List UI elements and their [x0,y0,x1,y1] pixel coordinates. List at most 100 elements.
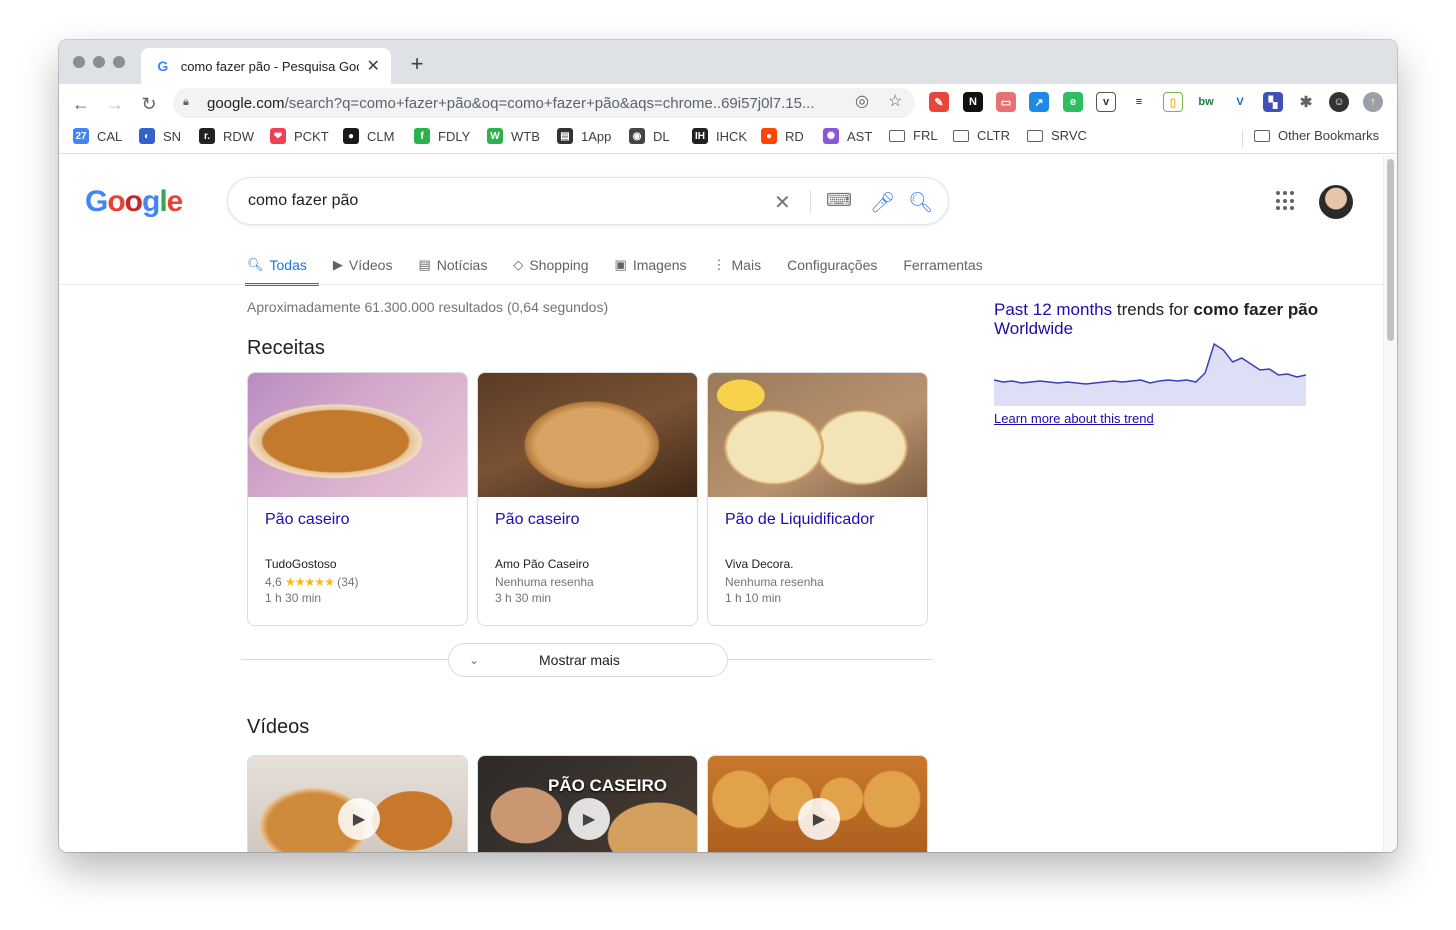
bookmark-ihck[interactable]: IH IHCK [692,128,747,144]
tag-icon: ◇ [513,257,524,272]
trends-heading: Past 12 months trends for como fazer pão… [994,300,1319,338]
microphone-icon[interactable]: 🎤︎ [870,190,895,215]
play-icon[interactable]: ▶ [568,798,610,840]
location-icon[interactable]: ◎ [855,91,869,111]
video-thumbnail[interactable]: ▶ [707,755,928,852]
bookmark-folder-frl[interactable]: FRL [889,128,938,143]
tab-mais[interactable]: ⋮ Mais [713,247,762,283]
bookmark-clm[interactable]: ● CLM [343,128,394,144]
ihck-icon: IH [692,128,708,144]
recipe-card[interactable]: Pão caseiro TudoGostoso 4,6 ★★★★★ (34) 1… [247,372,468,626]
video-thumbnail[interactable]: ▶ [247,755,468,852]
folder-icon [889,129,905,142]
play-icon[interactable]: ▶ [338,798,380,840]
bookmark-dl[interactable]: ◉ DL [629,128,670,144]
show-more-button[interactable]: ⌄ Mostrar mais [448,643,728,677]
profile-avatar[interactable]: ☺ [1329,92,1349,112]
bookmark-rd[interactable]: ● RD [761,128,804,144]
pocket-extension-icon[interactable]: v [1096,92,1116,112]
recipe-rating: Nenhuma resenha [495,575,594,589]
google-apps-icon[interactable] [1276,191,1296,211]
close-tab-icon[interactable]: ✕ [365,56,381,76]
tab-notícias[interactable]: ▤ Notícias [418,247,487,283]
calendar-icon: 27 [73,128,89,144]
search-tabs: 🔍︎ Todas ▶ Vídeos ▤ Notícias ◇ Shopping ▣ Imagens… [245,247,1009,286]
tab-label: Configurações [787,257,878,273]
other-bookmarks-label: Other Bookmarks [1278,128,1380,143]
account-avatar[interactable] [1319,185,1353,219]
recipe-title[interactable]: Pão de Liquidificador [725,511,927,529]
text-lines-icon[interactable]: ≡ [1129,92,1149,112]
address-bar[interactable]: 🔒︎ google.com/search?q=como+fazer+pão&oq… [173,88,915,118]
notion-icon[interactable]: N [963,92,983,112]
page-scrollbar[interactable] [1383,155,1397,852]
tab-label: Mais [731,257,762,273]
trend-chart [994,342,1306,406]
zoom-window-button[interactable] [113,56,125,68]
bookmark-star-icon[interactable]: ☆ [888,91,902,111]
bookmark-label: IHCK [716,128,748,144]
tab-shopping[interactable]: ◇ Shopping [513,247,588,283]
bookmark-cal[interactable]: 27 CAL [73,128,122,144]
bookmark-folder-srvc[interactable]: SRVC [1027,128,1087,143]
recipe-card[interactable]: Pão de Liquidificador Viva Decora. Nenhu… [707,372,928,626]
news-icon: ▤ [418,257,431,272]
bookmark-sn[interactable]: ◐ SN [139,128,181,144]
minimize-window-button[interactable] [93,56,105,68]
trend-area [994,344,1306,406]
recipe-card[interactable]: Pão caseiro Amo Pão Caseiro Nenhuma rese… [477,372,698,626]
tab-label: Notícias [436,257,488,273]
clear-icon[interactable]: ✕ [774,190,791,215]
play-icon[interactable]: ▶ [798,798,840,840]
reader-icon[interactable]: ▭ [996,92,1016,112]
lock-icon: 🔒︎ [183,96,189,108]
bookmark-label: 1App [581,128,612,144]
evernote-icon[interactable]: e [1063,92,1083,112]
tab-ferramentas[interactable]: Ferramentas [903,247,982,283]
bookmark-fdly[interactable]: f FDLY [414,128,470,144]
other-bookmarks-folder[interactable]: Other Bookmarks [1254,128,1379,143]
google-doodle-logo[interactable]: Google [85,185,183,221]
bookmark-folder-cltr[interactable]: CLTR [953,128,1010,143]
browser-tab[interactable]: G como fazer pão - Pesquisa Goo ✕ [141,48,391,84]
recipe-time: 3 h 30 min [495,591,552,605]
bookmark-wtb[interactable]: W WTB [487,128,540,144]
update-icon[interactable]: ↑ [1363,92,1383,112]
nav-divider [59,284,1383,285]
tab-configurações[interactable]: Configurações [787,247,877,283]
search-box[interactable]: como fazer pão ✕ ⌨ 🎤︎ 🔍︎ [227,177,949,225]
search-icon[interactable]: 🔍︎ [908,190,933,215]
extension-pen-icon[interactable]: ✎ [929,92,949,112]
back-icon[interactable]: ← [69,92,93,116]
page-content: Google como fazer pão ✕ ⌨ 🎤︎ 🔍︎ 🔍︎ Todas ▶… [59,155,1383,852]
video-thumbnail[interactable]: PÃO CASEIRO ▶ [477,755,698,852]
recipe-title[interactable]: Pão caseiro [265,511,467,529]
recipe-title[interactable]: Pão caseiro [495,511,697,529]
document-icon[interactable]: ▯ [1163,92,1183,112]
folder-icon [1254,129,1270,142]
bookmark-label: CLTR [977,128,1010,143]
tab-vídeos[interactable]: ▶ Vídeos [333,247,393,283]
trend-learn-more-link[interactable]: Learn more about this trend [994,411,1154,426]
bookmark-ast[interactable]: ✺ AST [823,128,872,144]
bookmark-pckt[interactable]: ❤ PCKT [270,128,329,144]
url-text[interactable]: google.com/search?q=como+fazer+pão&oq=co… [207,95,847,112]
new-tab-button[interactable]: + [405,52,429,76]
scrollbar-thumb[interactable] [1387,159,1394,341]
extensions-puzzle-icon[interactable]: ✱ [1296,92,1316,112]
show-more-label: Mostrar mais [539,652,620,668]
reload-icon[interactable]: ↻ [137,92,161,116]
share-icon[interactable]: ↗ [1029,92,1049,112]
vee-icon[interactable]: V [1230,92,1250,112]
tab-imagens[interactable]: ▣ Imagens [615,247,687,283]
blocks-icon[interactable]: ▚ [1263,92,1283,112]
bookmark-1app[interactable]: ▤ 1App [557,128,611,144]
forward-icon[interactable]: → [103,92,127,116]
folder-icon [1027,129,1043,142]
bookmark-rdw[interactable]: r. RDW [199,128,254,144]
keyboard-icon[interactable]: ⌨ [826,190,852,211]
close-window-button[interactable] [73,56,85,68]
bw-icon[interactable]: bw [1196,92,1216,112]
search-input[interactable]: como fazer pão [248,192,768,210]
tab-todas[interactable]: 🔍︎ Todas [245,247,319,286]
